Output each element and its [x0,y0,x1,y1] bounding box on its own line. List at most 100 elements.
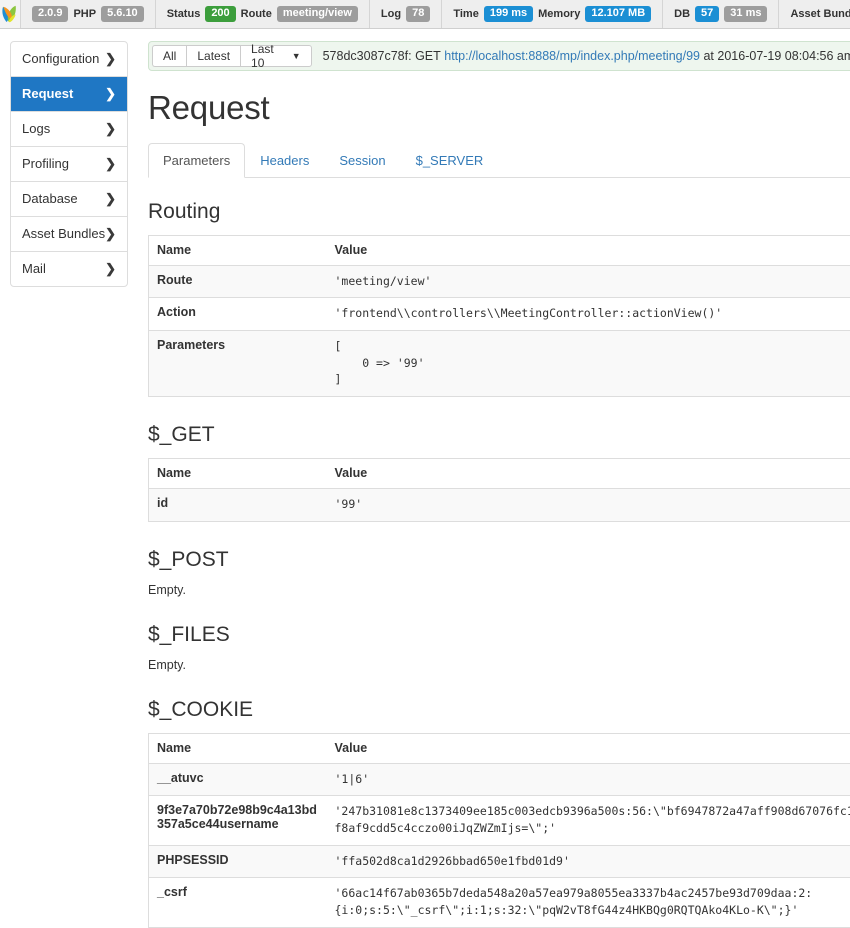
sidebar-item-asset-bundles[interactable]: Asset Bundles❯ [11,217,127,252]
row-name: Action [149,298,327,331]
toolbar-version-block[interactable]: 2.0.9 PHP 5.6.10 [21,0,156,28]
tab-bar: Parameters Headers Session $_SERVER [148,143,850,178]
sidebar-item-request[interactable]: Request ❯ [11,77,127,112]
sections-container: RoutingNameValueRoute'meeting/view'Actio… [148,200,850,928]
request-method: GET [415,49,441,63]
row-value: '1|6' [327,763,850,796]
php-version-badge: 5.6.10 [101,6,144,22]
sidebar-item-label: Configuration [22,51,99,66]
row-value: [ 0 => '99' ] [327,330,850,396]
tab-label: $_SERVER [416,153,484,168]
table-row: id'99' [149,488,850,521]
sidebar-item-profiling[interactable]: Profiling ❯ [11,147,127,182]
table-row: Route'meeting/view' [149,265,850,298]
chevron-right-icon: ❯ [105,87,116,100]
sidebar-item-label: Logs [22,121,50,136]
sidebar-item-mail[interactable]: Mail❯ [11,252,127,286]
status-label: Status [167,8,201,20]
tab-label: Parameters [163,153,230,168]
time-label: Time [453,8,478,20]
row-name: Route [149,265,327,298]
section-heading: Routing [148,200,850,224]
tab-server[interactable]: $_SERVER [401,143,499,178]
row-name: Parameters [149,330,327,396]
table-row: 9f3e7a70b72e98b9c4a13bd357a5ce44username… [149,796,850,845]
db-count-badge: 57 [695,6,719,22]
column-header-value: Value [327,458,850,488]
tab-label: Session [339,153,385,168]
table-row: __atuvc'1|6' [149,763,850,796]
row-name: PHPSESSID [149,845,327,878]
request-filter-buttons: All Latest Last 10▼ [149,42,312,70]
tab-headers[interactable]: Headers [245,143,324,178]
sidebar-item-label: Profiling [22,156,69,171]
column-header-name: Name [149,733,327,763]
filter-button-label: All [163,49,176,63]
route-label: Route [241,8,272,20]
row-name: _csrf [149,878,327,927]
section-heading: $_FILES [148,623,850,647]
page-title: Request [148,89,850,127]
sidebar-item-label: Request [22,86,73,101]
section-heading: $_POST [148,548,850,572]
filter-button-label: Latest [197,49,230,63]
chevron-right-icon: ❯ [105,122,116,135]
caret-down-icon: ▼ [292,51,301,61]
row-value: '99' [327,488,850,521]
filter-button-latest[interactable]: Latest [186,45,240,67]
sidebar-item-logs[interactable]: Logs ❯ [11,112,127,147]
empty-message: Empty. [148,583,850,597]
tab-label: Headers [260,153,309,168]
column-header-name: Name [149,458,327,488]
asset-bundles-label: Asset Bundles [790,8,850,20]
log-count-badge: 78 [406,6,430,22]
column-header-value: Value [327,235,850,265]
table-row: _csrf'66ac14f67ab0365b7deda548a20a57ea97… [149,878,850,927]
request-id: 578dc3087c78f: [323,49,412,63]
sidebar-item-label: Database [22,191,78,206]
chevron-right-icon: ❯ [105,157,116,170]
sidebar-item-database[interactable]: Database ❯ [11,182,127,217]
row-value: '66ac14f67ab0365b7deda548a20a57ea979a805… [327,878,850,927]
table-header-row: NameValue [149,733,850,763]
data-table: NameValueid'99' [148,458,850,522]
sidebar-item-configuration[interactable]: Configuration❯ [11,42,127,77]
toolbar-asset-bundles-block[interactable]: Asset Bundles 7 [779,0,850,28]
yii-logo-icon[interactable] [0,0,21,28]
main-content: All Latest Last 10▼ 578dc3087c78f: GET htt… [128,41,850,928]
sidebar-item-label: Asset Bundles [22,226,105,241]
sidebar-item-label: Mail [22,261,46,276]
request-summary-bar: All Latest Last 10▼ 578dc3087c78f: GET htt… [148,41,850,71]
request-url-link[interactable]: http://localhost:8888/mp/index.php/meeti… [444,49,700,63]
filter-button-last-10[interactable]: Last 10▼ [240,45,312,67]
memory-label: Memory [538,8,580,20]
data-table: NameValueRoute'meeting/view'Action'front… [148,235,850,397]
sidebar-nav: Configuration❯Request❯Logs❯Profiling❯Dat… [10,41,128,287]
chevron-right-icon: ❯ [105,192,116,205]
request-summary-text: 578dc3087c78f: GET http://localhost:8888… [312,42,850,70]
table-header-row: NameValue [149,235,850,265]
debug-toolbar: 2.0.9 PHP 5.6.10 Status 200 Route meetin… [0,0,850,29]
route-badge: meeting/view [277,6,358,22]
row-name: 9f3e7a70b72e98b9c4a13bd357a5ce44username [149,796,327,845]
row-name: id [149,488,327,521]
at-label: at [703,49,713,63]
yii-version-badge: 2.0.9 [32,6,68,22]
data-table: NameValue__atuvc'1|6'9f3e7a70b72e98b9c4a… [148,733,850,928]
empty-message: Empty. [148,658,850,672]
section-heading: $_COOKIE [148,698,850,722]
row-value: 'frontend\\controllers\\MeetingControlle… [327,298,850,331]
toolbar-performance-block[interactable]: Time 199 ms Memory 12.107 MB [442,0,663,28]
tab-session[interactable]: Session [324,143,400,178]
toolbar-log-block[interactable]: Log 78 [370,0,442,28]
page-body: Configuration❯Request❯Logs❯Profiling❯Dat… [0,29,850,928]
chevron-right-icon: ❯ [105,227,116,240]
filter-button-all[interactable]: All [152,45,186,67]
table-header-row: NameValue [149,458,850,488]
tab-parameters[interactable]: Parameters [148,143,245,178]
toolbar-request-block[interactable]: Status 200 Route meeting/view [156,0,370,28]
table-row: Parameters[ 0 => '99' ] [149,330,850,396]
toolbar-db-block[interactable]: DB 57 31 ms [663,0,779,28]
row-value: '247b31081e8c1373409ee185c003edcb9396a50… [327,796,850,845]
log-label: Log [381,8,401,20]
